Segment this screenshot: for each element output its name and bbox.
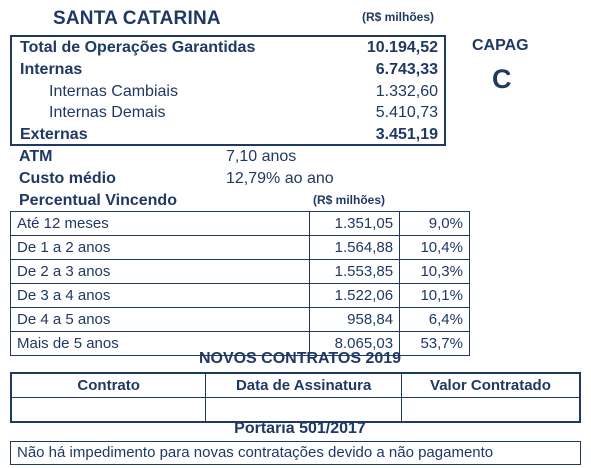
externas-value: 3.451,19 (375, 126, 438, 143)
period-pct: 9,0% (399, 211, 470, 236)
vincendo-label: Percentual Vincendo (19, 192, 177, 209)
internas-label: Internas (20, 61, 83, 78)
total-label: Total de Operações Garantidas (20, 39, 256, 56)
novos-empty-row (10, 397, 581, 423)
period-value: 1.553,85 (309, 259, 401, 284)
externas-label: Externas (20, 126, 88, 143)
novos-table: Contrato Data de Assinatura Valor Contra… (10, 372, 581, 423)
demais-row: Internas Demais 5.410,73 (12, 102, 444, 124)
internas-value: 6.743,33 (375, 61, 438, 78)
period-pct: 10,3% (399, 259, 470, 284)
total-value: 10.194,52 (366, 39, 438, 56)
demais-value: 5.410,73 (375, 104, 438, 121)
atm-value: 7,10 anos (226, 148, 297, 165)
period-pct: 10,4% (399, 235, 470, 260)
period-label: De 2 a 3 anos (9, 259, 311, 284)
demais-label: Internas Demais (49, 104, 166, 121)
period-value: 1.564,88 (309, 235, 401, 260)
portaria-box: Não há impedimento para novas contrataçõ… (10, 441, 581, 465)
table-row: De 2 a 3 anos 1.553,85 10,3% (9, 259, 470, 284)
portaria-title: Portaria 501/2017 (234, 420, 366, 437)
cambiais-row: Internas Cambiais 1.332,60 (12, 81, 444, 103)
period-value: 1.351,05 (309, 211, 401, 236)
capag-label: CAPAG (472, 37, 529, 54)
internas-row: Internas 6.743,33 (12, 59, 444, 81)
table-row: De 1 a 2 anos 1.564,88 10,4% (9, 235, 470, 260)
empty-cell (10, 397, 207, 423)
period-pct: 10,1% (399, 283, 470, 308)
unit-label: (R$ milhões) (362, 10, 435, 24)
vincendo-table: Até 12 meses 1.351,05 9,0% De 1 a 2 anos… (9, 211, 470, 356)
custo-value: 12,79% ao ano (226, 170, 334, 187)
cambiais-value: 1.332,60 (375, 83, 438, 100)
period-pct: 6,4% (399, 307, 470, 332)
col-data: Data de Assinatura (205, 372, 402, 398)
table-row: Até 12 meses 1.351,05 9,0% (9, 211, 470, 236)
summary-box: Total de Operações Garantidas 10.194,52 … (10, 35, 446, 146)
cambiais-label: Internas Cambiais (49, 83, 178, 100)
table-row: De 4 a 5 anos 958,84 6,4% (9, 307, 470, 332)
novos-header-row: Contrato Data de Assinatura Valor Contra… (10, 372, 581, 398)
col-contrato: Contrato (10, 372, 207, 398)
state-title: SANTA CATARINA (53, 8, 221, 29)
period-value: 958,84 (309, 307, 401, 332)
portaria-text: Não há impedimento para novas contrataçõ… (17, 444, 494, 461)
period-label: De 3 a 4 anos (9, 283, 311, 308)
total-row: Total de Operações Garantidas 10.194,52 (12, 37, 444, 59)
period-label: De 1 a 2 anos (9, 235, 311, 260)
col-valor: Valor Contratado (400, 372, 581, 398)
externas-row: Externas 3.451,19 (12, 124, 444, 146)
atm-label: ATM (19, 148, 53, 165)
empty-cell (400, 397, 581, 423)
novos-title: NOVOS CONTRATOS 2019 (198, 350, 402, 367)
period-label: De 4 a 5 anos (9, 307, 311, 332)
table-row: De 3 a 4 anos 1.522,06 10,1% (9, 283, 470, 308)
period-value: 1.522,06 (309, 283, 401, 308)
custo-label: Custo médio (19, 170, 116, 187)
empty-cell (205, 397, 402, 423)
vincendo-unit: (R$ milhões) (313, 193, 386, 207)
period-label: Até 12 meses (9, 211, 311, 236)
capag-grade: C (492, 64, 512, 94)
